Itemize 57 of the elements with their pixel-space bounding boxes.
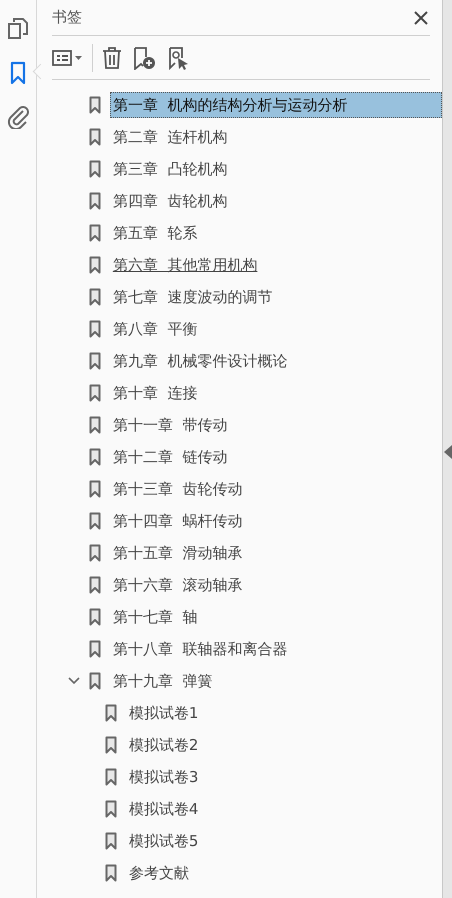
- bookmark-item[interactable]: 第十五章 滑动轴承: [110, 540, 246, 566]
- bookmark-item[interactable]: 第五章 轮系: [110, 220, 200, 246]
- bookmark-item[interactable]: 第六章 其他常用机构: [110, 252, 260, 278]
- bookmark-icon: [88, 352, 101, 370]
- bookmark-item[interactable]: 第四章 齿轮机构: [110, 188, 230, 214]
- bookmark-item[interactable]: 模拟试卷4: [126, 796, 202, 822]
- bookmark-item[interactable]: 模拟试卷3: [126, 764, 202, 790]
- chevron-icon[interactable]: [66, 677, 81, 685]
- bookmark-icon: [104, 864, 117, 882]
- close-icon[interactable]: [412, 8, 430, 26]
- bookmark-icon: [88, 192, 101, 210]
- bookmark-icon: [88, 448, 101, 466]
- bookmark-icon: [88, 608, 101, 626]
- bookmark-item[interactable]: 第八章 平衡: [110, 316, 200, 342]
- bookmark-item[interactable]: 第十六章 滚动轴承: [110, 572, 246, 598]
- bookmark-item[interactable]: 第十二章 链传动: [110, 444, 230, 470]
- bookmark-icon: [88, 320, 101, 338]
- bookmark-item[interactable]: 模拟试卷5: [126, 828, 202, 854]
- bookmark-icon: [88, 544, 101, 562]
- bookmark-icon: [88, 160, 101, 178]
- bookmark-icon: [88, 416, 101, 434]
- bookmark-item[interactable]: 第十一章 带传动: [110, 412, 230, 438]
- bookmark-item[interactable]: 第十四章 蜗杆传动: [110, 508, 246, 534]
- bookmark-item[interactable]: 第二章 连杆机构: [110, 124, 230, 150]
- bookmark-item[interactable]: 第七章 速度波动的调节: [110, 284, 276, 310]
- bookmark-item[interactable]: 第十三章 齿轮传动: [110, 476, 246, 502]
- bookmark-icon: [88, 224, 101, 242]
- bookmark-icon: [88, 576, 101, 594]
- add-bookmark-icon[interactable]: [132, 46, 157, 70]
- bookmark-icon: [88, 288, 101, 306]
- options-menu-button[interactable]: [52, 48, 84, 68]
- bookmark-icon: [88, 480, 101, 498]
- bookmark-icon: [88, 128, 101, 146]
- bookmark-icon: [88, 384, 101, 402]
- trash-icon[interactable]: [100, 46, 123, 70]
- bookmark-item[interactable]: 第一章 机构的结构分析与运动分析: [110, 92, 442, 118]
- bookmark-item[interactable]: 第十七章 轴: [110, 604, 200, 630]
- bookmark-item[interactable]: 第九章 机械零件设计概论: [110, 348, 290, 374]
- collapse-arrow-icon[interactable]: [444, 445, 452, 459]
- bookmark-item[interactable]: 第十八章 联轴器和离合器: [110, 636, 290, 662]
- bookmark-icon: [104, 832, 117, 850]
- bookmark-item[interactable]: 模拟试卷2: [126, 732, 202, 758]
- bookmark-icon: [88, 256, 101, 274]
- bookmark-icon: [88, 512, 101, 530]
- bookmark-icon: [104, 704, 117, 722]
- bookmark-icon: [104, 736, 117, 754]
- bookmark-icon: [88, 672, 101, 690]
- bookmark-item[interactable]: 第十九章 弹簧: [110, 668, 216, 694]
- bookmark-icon: [104, 800, 117, 818]
- bookmark-icon: [104, 768, 117, 786]
- bookmark-item[interactable]: 模拟试卷1: [126, 700, 202, 726]
- bookmark-icon: [88, 640, 101, 658]
- bookmark-item[interactable]: 第十章 连接: [110, 380, 200, 406]
- panel-title: 书签: [52, 8, 82, 27]
- bookmark-item[interactable]: 第三章 凸轮机构: [110, 156, 230, 182]
- bookmark-icon: [88, 96, 101, 114]
- bookmark-item[interactable]: 参考文献: [126, 860, 192, 886]
